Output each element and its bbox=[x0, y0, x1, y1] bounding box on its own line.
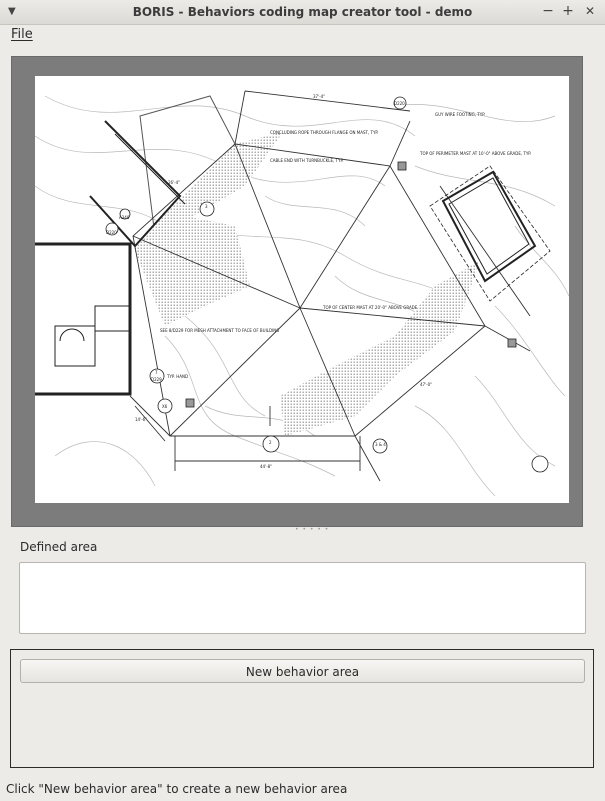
title-bar: ▼ BORIS - Behaviors coding map creator t… bbox=[0, 0, 605, 25]
menu-bar: File bbox=[0, 25, 605, 45]
tag-b-text: A340 bbox=[119, 215, 130, 220]
map-view[interactable]: CONCLUDING ROPE THROUGH FLANGE ON MAST, … bbox=[11, 56, 583, 527]
mesh-note-text: SEE 8/D229 FOR MESH ATTACHMENT TO FACE O… bbox=[160, 328, 279, 333]
dim-bottom-text: 44'-8" bbox=[260, 464, 272, 469]
window-title: BORIS - Behaviors coding map creator too… bbox=[132, 5, 473, 19]
rope-note-text: CONCLUDING ROPE THROUGH FLANGE ON MAST, … bbox=[270, 130, 378, 135]
tag-h-text: 3 & 4 bbox=[375, 442, 386, 447]
splitter-handle[interactable]: • • • • • bbox=[295, 526, 329, 533]
tag-f-text: X6 bbox=[162, 404, 168, 409]
dim-top-text: 37'-4" bbox=[313, 94, 325, 99]
behavior-area-panel: New behavior area bbox=[10, 649, 594, 768]
close-icon[interactable]: ✕ bbox=[583, 4, 597, 18]
status-bar-text: Click "New behavior area" to create a ne… bbox=[6, 782, 348, 796]
tag-e-text: D229 bbox=[151, 377, 162, 382]
guy-wire-note-text: GUY WIRE FOOTING, TYP. bbox=[435, 112, 485, 117]
dim-right-text: 47'-0" bbox=[420, 382, 432, 387]
cable-note-text: CABLE END WITH TURNBUCKLE, TYP. bbox=[270, 158, 344, 163]
perimeter-note-text: TOP OF PERIMETER MAST AT 10'-0" ABOVE GR… bbox=[419, 151, 531, 156]
new-behavior-area-button[interactable]: New behavior area bbox=[20, 659, 585, 683]
defined-area-field[interactable] bbox=[19, 562, 586, 634]
site-plan-drawing: CONCLUDING ROPE THROUGH FLANGE ON MAST, … bbox=[34, 90, 570, 497]
minimize-icon[interactable]: − bbox=[541, 3, 555, 19]
tag-i-text: D220 bbox=[394, 101, 405, 106]
dim-lower-left-text: 14'-6" bbox=[135, 417, 147, 422]
menu-file[interactable]: File bbox=[11, 27, 33, 42]
typ-note-text: TYP. HAND bbox=[166, 374, 188, 379]
maximize-icon[interactable]: + bbox=[561, 3, 575, 19]
dim-left-text: 26'-4" bbox=[168, 180, 180, 185]
map-sheet: CONCLUDING ROPE THROUGH FLANGE ON MAST, … bbox=[34, 76, 570, 503]
center-note-text: TOP OF CENTER MAST AT 20'-0" ABOVE GRADE bbox=[322, 305, 418, 310]
defined-area-label: Defined area bbox=[20, 540, 98, 554]
tag-c-text: D220 bbox=[106, 230, 117, 235]
